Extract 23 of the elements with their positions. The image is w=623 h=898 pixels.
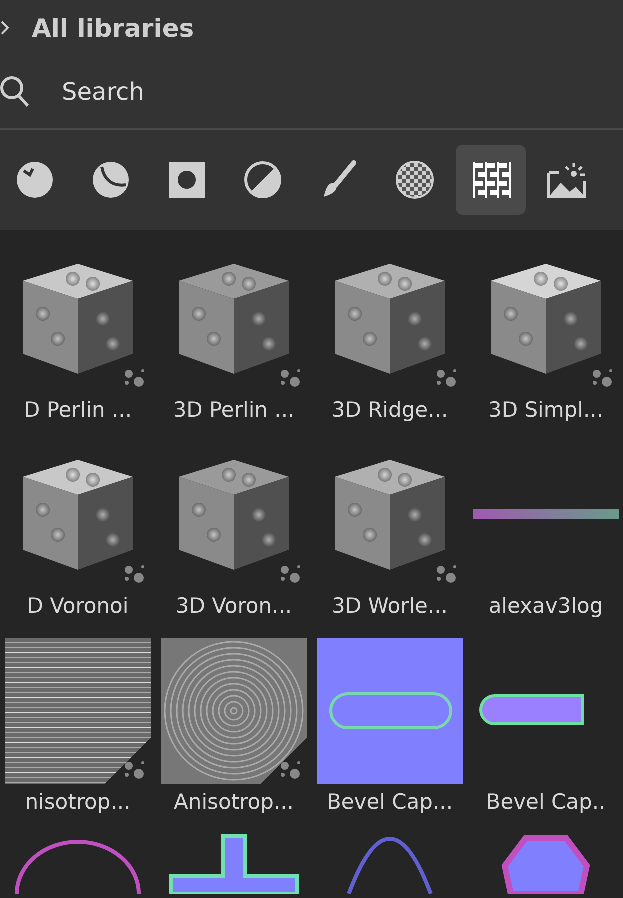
- asset-name: Bevel Cap...: [326, 790, 454, 814]
- asset-name: Anisotrop...: [174, 790, 294, 814]
- chevron-icon[interactable]: [0, 20, 10, 36]
- asset-name: 3D Ridge...: [332, 398, 448, 422]
- search-icon: [0, 76, 30, 108]
- filter-tab[interactable]: [456, 145, 526, 215]
- sphere-icon: [14, 159, 56, 201]
- checker-icon: [394, 159, 436, 201]
- asset-name: 3D Simpl...: [488, 398, 604, 422]
- asset-name: Bevel Cap..: [486, 790, 606, 814]
- pattern-icon: [470, 159, 512, 201]
- search-field[interactable]: Search: [60, 77, 464, 107]
- asset-name: 3D Voron...: [176, 594, 292, 618]
- contrast-icon: [242, 159, 284, 201]
- square-icon: [166, 159, 208, 201]
- asset-name: nisotrop...: [25, 790, 131, 814]
- library-title: All libraries: [32, 14, 194, 42]
- asset-name: 3D Perlin ...: [173, 398, 295, 422]
- asset-name: D Voronoi: [27, 594, 129, 618]
- asset-name: alexav3log: [488, 594, 604, 618]
- asset-name: D Perlin ...: [24, 398, 132, 422]
- ball-icon: [90, 159, 132, 201]
- asset-name: 3D Worle...: [332, 594, 448, 618]
